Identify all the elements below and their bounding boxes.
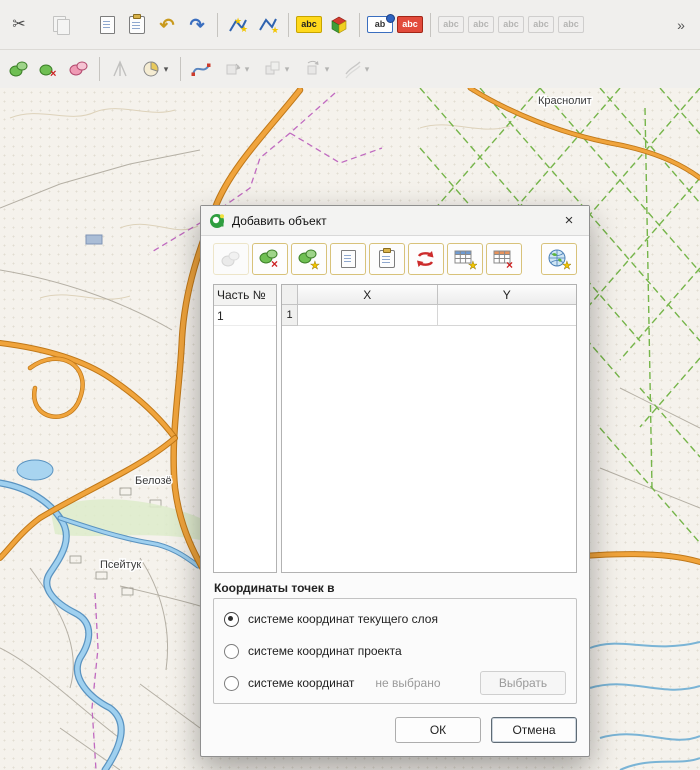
paste-as-new-icon[interactable] <box>122 10 152 40</box>
reshape-features-icon[interactable] <box>186 54 216 84</box>
ok-button[interactable]: ОК <box>395 717 481 743</box>
move-feature-icon[interactable]: ▾ <box>216 54 256 84</box>
cut-features-icon[interactable]: ✂ <box>4 10 34 40</box>
fill-ring-icon[interactable] <box>64 54 94 84</box>
split-features-icon[interactable] <box>105 54 135 84</box>
paste-coordinates-icon[interactable] <box>369 243 405 275</box>
svg-text:×: × <box>50 68 56 79</box>
qgis-logo-icon <box>209 213 225 229</box>
custom-crs-radio[interactable] <box>224 676 239 691</box>
part-list: Часть № 1 <box>213 284 277 573</box>
add-part-icon[interactable]: ★ <box>291 243 327 275</box>
column-header-x[interactable]: X <box>298 285 438 304</box>
toolbar-overflow-icon[interactable]: » <box>666 10 696 40</box>
dialog-toolbar: × ★ ★ × ★ <box>201 236 589 280</box>
redo-icon[interactable]: ↷ <box>182 10 212 40</box>
copy-move-feature-icon[interactable]: ▾ <box>256 54 296 84</box>
layer-labeling-icon[interactable]: abc <box>294 10 324 40</box>
top-toolbars: ✂ ↶ ↷ ★★ ★ abc ab abc abc abc <box>0 0 700 89</box>
circular-string-tool-icon[interactable]: ▾ <box>135 54 175 84</box>
move-label-icon[interactable]: abc <box>466 10 496 40</box>
swap-xy-icon[interactable] <box>408 243 444 275</box>
coordinates-table-header: X Y <box>282 285 576 305</box>
radio-row-project-crs: системе координат проекта <box>224 640 566 662</box>
svg-text:×: × <box>271 257 278 270</box>
undo-icon[interactable]: ↶ <box>152 10 182 40</box>
dialog-buttons: ОК Отмена <box>201 704 589 756</box>
custom-crs-label: системе координат <box>248 676 354 690</box>
layer-crs-radio[interactable] <box>224 612 239 627</box>
row-header[interactable]: 1 <box>282 305 298 326</box>
radio-row-custom-crs: системе координат не выбрано Выбрать <box>224 672 566 694</box>
rotate-label-icon[interactable]: abc <box>496 10 526 40</box>
svg-text:★: ★ <box>310 260 320 270</box>
add-ring-icon[interactable] <box>4 54 34 84</box>
custom-crs-value: не выбрано <box>375 676 440 690</box>
toolbar-row-advanced-digitizing: × ▾ ▾ ▾ ▾ ▾ <box>0 50 700 88</box>
svg-text:★: ★ <box>271 25 279 35</box>
column-header-y[interactable]: Y <box>438 285 577 304</box>
table-row: 1 <box>282 305 576 326</box>
cancel-button[interactable]: Отмена <box>491 717 577 743</box>
svg-text:×: × <box>506 258 513 270</box>
pin-labels-icon[interactable]: ab <box>365 10 395 40</box>
close-icon[interactable]: × <box>557 210 581 232</box>
vertex-tool-all-layers-icon[interactable]: ★★ <box>223 10 253 40</box>
select-part-icon[interactable] <box>213 243 249 275</box>
map-label-pseytuk: Псейтук <box>100 559 141 571</box>
delete-ring-icon[interactable]: × <box>34 54 64 84</box>
insert-row-icon[interactable]: ★ <box>447 243 483 275</box>
map-label-belozyo: Белозё <box>135 475 172 487</box>
radio-row-layer-crs: системе координат текущего слоя <box>224 608 566 630</box>
toolbar-row-digitizing: ✂ ↶ ↷ ★★ ★ abc ab abc abc abc <box>0 0 700 50</box>
coordinates-table: X Y 1 <box>281 284 577 573</box>
move-diagram-icon[interactable]: abc <box>556 10 586 40</box>
copy-features-icon[interactable] <box>46 10 76 40</box>
x-cell[interactable] <box>298 305 438 326</box>
coords-groupbox: системе координат текущего слоя системе … <box>213 598 577 704</box>
map-label-krasnolit: Краснолит <box>538 95 592 107</box>
rotate-feature-icon[interactable]: ▾ <box>296 54 336 84</box>
delete-part-icon[interactable]: × <box>252 243 288 275</box>
add-feature-dialog: Добавить объект × × ★ ★ × <box>200 205 590 757</box>
project-crs-radio[interactable] <box>224 644 239 659</box>
y-cell[interactable] <box>438 305 577 326</box>
table-corner <box>282 285 298 304</box>
project-crs-label: системе координат проекта <box>248 644 402 658</box>
svg-text:★: ★ <box>562 260 571 270</box>
delete-row-icon[interactable]: × <box>486 243 522 275</box>
part-list-item[interactable]: 1 <box>214 306 276 326</box>
change-label-icon[interactable]: abc <box>526 10 556 40</box>
dialog-title: Добавить объект <box>232 214 550 228</box>
dialog-main: Часть № 1 X Y 1 <box>201 280 589 573</box>
choose-crs-button[interactable]: Выбрать <box>480 671 566 695</box>
copy-coordinates-icon[interactable] <box>330 243 366 275</box>
offset-curve-icon[interactable]: ▾ <box>336 54 376 84</box>
layer-crs-label: системе координат текущего слоя <box>248 612 438 626</box>
part-list-header: Часть № <box>214 285 276 306</box>
dialog-titlebar[interactable]: Добавить объект × <box>201 206 589 236</box>
paste-features-icon[interactable] <box>92 10 122 40</box>
crs-selector-icon[interactable]: ★ <box>541 243 577 275</box>
table-empty-area <box>282 326 576 572</box>
show-hidden-labels-icon[interactable]: abc <box>436 10 466 40</box>
svg-text:★: ★ <box>468 260 477 270</box>
coords-group-title: Координаты точек в <box>214 581 577 595</box>
svg-text:★: ★ <box>240 24 248 34</box>
layer-styling-icon[interactable] <box>324 10 354 40</box>
vertex-tool-current-layer-icon[interactable]: ★ <box>253 10 283 40</box>
highlight-pinned-labels-icon[interactable]: abc <box>395 10 425 40</box>
